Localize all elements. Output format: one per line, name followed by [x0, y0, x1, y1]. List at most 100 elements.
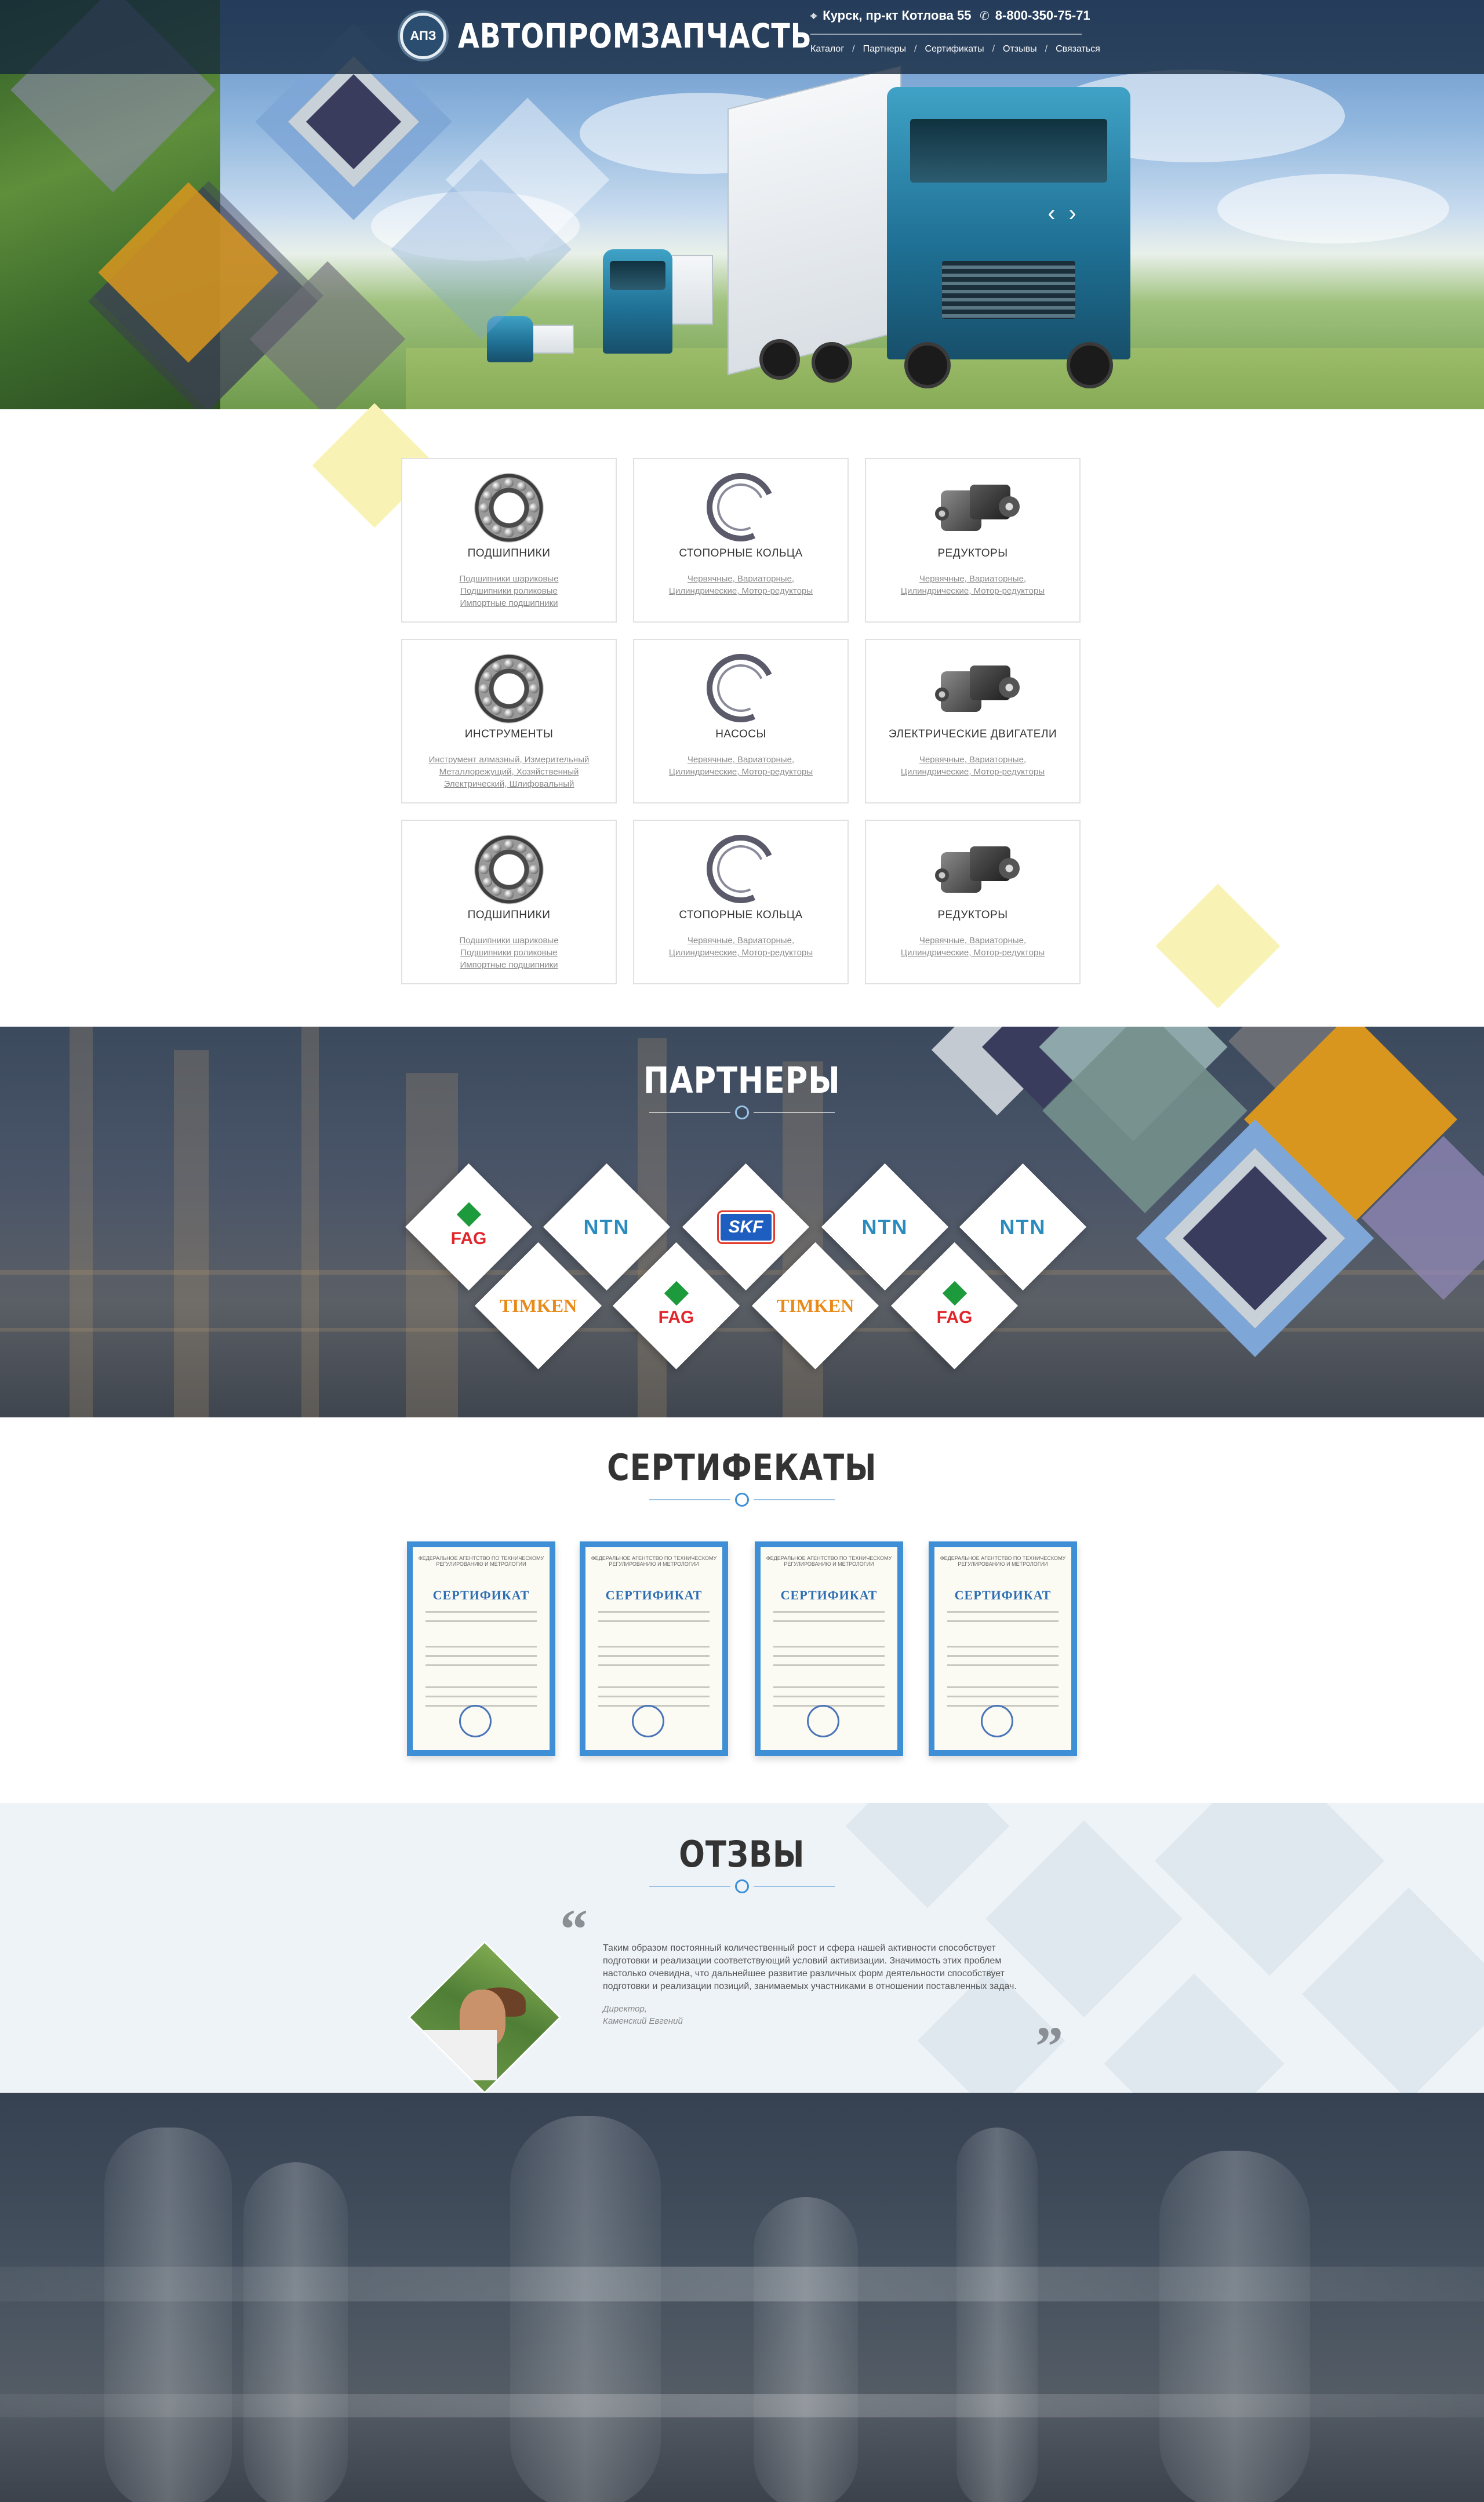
catalog-card-links: Подшипники шариковые Подшипники роликовые… — [425, 573, 592, 609]
catalog-card[interactable]: ИНСТРУМЕНТЫ Инструмент алмазный, Измерите… — [401, 639, 617, 803]
catalog-subcategory-link[interactable]: Червячные, Вариаторные, — [919, 936, 1026, 945]
phone-icon: ✆ — [980, 10, 990, 23]
footer-section — [0, 2093, 1484, 2502]
catalog-card-links: Червячные, Вариаторные, Цилиндрические, М… — [657, 573, 824, 597]
catalog-card-title: РЕДУКТОРЫ — [937, 909, 1008, 921]
catalog-card[interactable]: РЕДУКТОРЫ Червячные, Вариаторные, Цилиндри… — [865, 458, 1081, 623]
certificate-seal-icon — [981, 1705, 1013, 1737]
catalog-card-links: Червячные, Вариаторные, Цилиндрические, М… — [889, 934, 1056, 959]
catalog-card[interactable]: ЭЛЕКТРИЧЕСКИЕ ДВИГАТЕЛИ Червячные, Вариат… — [865, 639, 1081, 803]
partner-logo-fag[interactable]: FAG — [890, 1242, 1019, 1370]
catalog-subcategory-link[interactable]: Инструмент алмазный, Измерительный — [429, 755, 590, 765]
catalog-card-title: СТОПОРНЫЕ КОЛЬЦА — [679, 909, 803, 921]
catalog-subcategory-link[interactable]: Подшипники шариковые — [459, 936, 558, 945]
catalog-card[interactable]: РЕДУКТОРЫ Червячные, Вариаторные, Цилиндри… — [865, 820, 1081, 984]
catalog-subcategory-link[interactable]: Червячные, Вариаторные, — [688, 574, 794, 584]
certificate-thumbnail[interactable]: ФЕДЕРАЛЬНОЕ АГЕНТСТВО ПО ТЕХНИЧЕСКОМУ РЕ… — [580, 1541, 728, 1756]
top-bar: АПЗ АВТОПРОМЗАПЧАСТЬ ⌖ Курск, пр-кт Котло… — [0, 0, 1484, 74]
catalog-subcategory-link[interactable]: Цилиндрические, Мотор-редукторы — [901, 586, 1045, 596]
fag-mark-icon — [942, 1281, 967, 1305]
partner-brand-name: TIMKEN — [499, 1295, 577, 1316]
certificate-title: СЕРТИФИКАТ — [954, 1588, 1052, 1602]
catalog-card[interactable]: ПОДШИПНИКИ Подшипники шариковые Подшипники… — [401, 820, 617, 984]
certificate-seal-icon — [632, 1705, 664, 1737]
bearing-icon — [471, 654, 547, 723]
retaining-ring-icon — [697, 825, 785, 913]
catalog-subcategory-link[interactable]: Червячные, Вариаторные, — [919, 755, 1026, 765]
partner-brand-name: NTN — [583, 1214, 630, 1239]
gearbox-icon — [935, 473, 1020, 543]
header-divider — [810, 34, 1082, 35]
catalog-card[interactable]: СТОПОРНЫЕ КОЛЬЦА Червячные, Вариаторные, Ц… — [633, 458, 849, 623]
gearbox-icon — [935, 835, 1020, 904]
certificate-thumbnail[interactable]: ФЕДЕРАЛЬНОЕ АГЕНТСТВО ПО ТЕХНИЧЕСКОМУ РЕ… — [755, 1541, 903, 1756]
catalog-subcategory-link[interactable]: Цилиндрические, Мотор-редукторы — [669, 948, 813, 958]
catalog-subcategory-link[interactable]: Червячные, Вариаторные, — [919, 574, 1026, 584]
catalog-subcategory-link[interactable]: Подшипники роликовые — [460, 948, 558, 958]
partners-section: ПАРТНЕРЫ FAG NTN SKF NTN NTN TIMKEN FAG TIMKEN F… — [0, 1027, 1484, 1417]
nav-item-catalog[interactable]: Каталог — [810, 44, 844, 54]
catalog-subcategory-link[interactable]: Червячные, Вариаторные, — [688, 755, 794, 765]
partner-logo-timken[interactable]: TIMKEN — [474, 1242, 602, 1370]
certificate-title: СЕРТИФИКАТ — [605, 1588, 703, 1602]
review-author-name: Каменский Евгений — [603, 2016, 683, 2026]
nav-item-certificates[interactable]: Сертификаты — [925, 44, 984, 54]
catalog-card-title: РЕДУКТОРЫ — [937, 547, 1008, 559]
certificate-thumbnail[interactable]: ФЕДЕРАЛЬНОЕ АГЕНТСТВО ПО ТЕХНИЧЕСКОМУ РЕ… — [929, 1541, 1077, 1756]
catalog-subcategory-link[interactable]: Импортные подшипники — [460, 960, 558, 970]
section-title-certificates: СЕРТИФЕКАТЫ — [607, 1446, 877, 1489]
catalog-subcategory-link[interactable]: Червячные, Вариаторные, — [688, 936, 794, 945]
catalog-card-links: Червячные, Вариаторные, Цилиндрические, М… — [889, 573, 1056, 597]
catalog-subcategory-link[interactable]: Цилиндрические, Мотор-редукторы — [901, 948, 1045, 958]
logo-badge-icon: АПЗ — [400, 13, 446, 59]
catalog-card-links: Червячные, Вариаторные, Цилиндрические, М… — [657, 934, 824, 959]
catalog-subcategory-link[interactable]: Цилиндрические, Мотор-редукторы — [669, 767, 813, 777]
partner-logo-timken[interactable]: TIMKEN — [751, 1242, 879, 1370]
catalog-card[interactable]: НАСОСЫ Червячные, Вариаторные, Цилиндричес… — [633, 639, 849, 803]
review-author: Директор, Каменский Евгений — [603, 2003, 683, 2027]
title-divider — [649, 1105, 835, 1119]
logo-text: АВТОПРОМЗАПЧАСТЬ — [458, 16, 812, 56]
catalog-subcategory-link[interactable]: Цилиндрические, Мотор-редукторы — [901, 767, 1045, 777]
partner-brand-name: SKF — [718, 1212, 773, 1242]
address: ⌖ Курск, пр-кт Котлова 55 — [810, 8, 971, 23]
catalog-card[interactable]: ПОДШИПНИКИ Подшипники шариковые Подшипники… — [401, 458, 617, 623]
section-title-reviews: ОТЗВЫ — [679, 1833, 805, 1875]
catalog-subcategory-link[interactable]: Цилиндрические, Мотор-редукторы — [669, 586, 813, 596]
partner-brand-name: FAG — [658, 1307, 694, 1327]
catalog-subcategory-link[interactable]: Металлорежущий, Хозяйственный — [439, 767, 579, 777]
catalog-card-links: Инструмент алмазный, Измерительный Металл… — [425, 754, 592, 790]
certificate-title: СЕРТИФИКАТ — [780, 1588, 878, 1602]
catalog-subcategory-link[interactable]: Электрический, Шлифовальный — [444, 779, 574, 789]
catalog-card-title: ЭЛЕКТРИЧЕСКИЕ ДВИГАТЕЛИ — [888, 728, 1057, 740]
nav-item-contact[interactable]: Связаться — [1056, 44, 1100, 54]
certificate-seal-icon — [807, 1705, 839, 1737]
title-divider — [649, 1493, 835, 1507]
nav-item-reviews[interactable]: Отзывы — [1003, 44, 1037, 54]
nav-item-partners[interactable]: Партнеры — [863, 44, 906, 54]
bearing-icon — [471, 473, 547, 543]
catalog-subcategory-link[interactable]: Подшипники роликовые — [460, 586, 558, 596]
gearbox-icon — [935, 654, 1020, 723]
retaining-ring-icon — [697, 644, 785, 732]
decor-diamond — [1155, 883, 1281, 1009]
slider-prev-arrow[interactable]: ‹ — [1043, 202, 1060, 225]
catalog-subcategory-link[interactable]: Подшипники шариковые — [459, 574, 558, 584]
review-author-role: Директор, — [603, 2004, 648, 2014]
partner-brand-name: NTN — [999, 1214, 1046, 1239]
phone[interactable]: ✆ 8-800-350-75-71 — [980, 8, 1090, 23]
main-nav: Каталог / Партнеры / Сертификаты / Отзывы / … — [810, 44, 1100, 54]
catalog-card-title: ПОДШИПНИКИ — [467, 909, 551, 921]
certificate-header: ФЕДЕРАЛЬНОЕ АГЕНТСТВО ПО ТЕХНИЧЕСКОМУ РЕ… — [940, 1555, 1066, 1567]
catalog-card[interactable]: СТОПОРНЫЕ КОЛЬЦА Червячные, Вариаторные, Ц… — [633, 820, 849, 984]
catalog-card-links: Червячные, Вариаторные, Цилиндрические, М… — [889, 754, 1056, 778]
slider-next-arrow[interactable]: › — [1064, 202, 1081, 225]
location-pin-icon: ⌖ — [810, 10, 817, 23]
catalog-card-links: Подшипники шариковые Подшипники роликовые… — [425, 934, 592, 971]
certificate-thumbnail[interactable]: ФЕДЕРАЛЬНОЕ АГЕНТСТВО ПО ТЕХНИЧЕСКОМУ РЕ… — [407, 1541, 555, 1756]
review-text: Таким образом постоянный количественный … — [603, 1943, 1017, 1991]
certificate-seal-icon — [459, 1705, 492, 1737]
catalog-subcategory-link[interactable]: Импортные подшипники — [460, 598, 558, 608]
catalog-card-title: ПОДШИПНИКИ — [467, 547, 551, 559]
partner-logo-fag[interactable]: FAG — [612, 1242, 740, 1370]
